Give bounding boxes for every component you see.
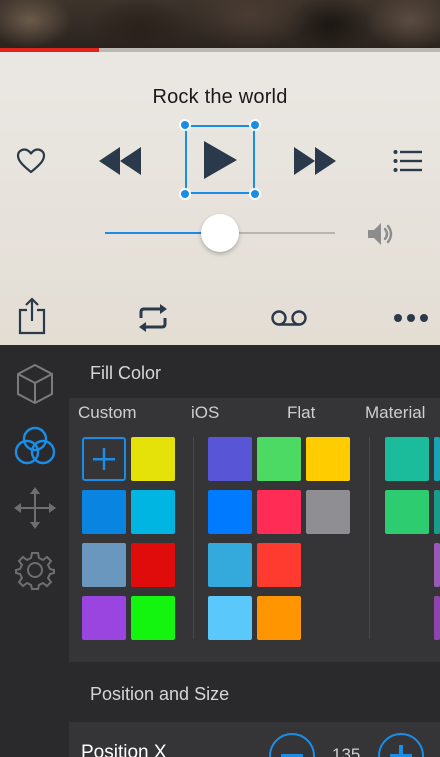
color-swatch[interactable] <box>257 543 301 587</box>
color-swatch[interactable] <box>306 490 350 534</box>
inspector-rail <box>0 345 69 757</box>
resize-handle-bottom-right[interactable] <box>249 188 261 200</box>
color-swatch[interactable] <box>434 437 440 481</box>
color-swatch[interactable] <box>434 543 440 587</box>
palette-group-flat[interactable]: Flat <box>287 403 315 423</box>
color-swatch[interactable] <box>208 543 252 587</box>
repeat-icon[interactable] <box>134 300 172 336</box>
color-swatch[interactable] <box>208 596 252 640</box>
decrement-button[interactable] <box>269 733 315 757</box>
palette-group-ios[interactable]: iOS <box>191 403 219 423</box>
color-swatch[interactable] <box>131 437 175 481</box>
rewind-icon[interactable] <box>96 142 144 180</box>
palette-group-custom[interactable]: Custom <box>78 403 137 423</box>
voicemail-icon[interactable] <box>268 304 310 332</box>
song-title: Rock the world <box>152 86 288 108</box>
color-swatch[interactable] <box>434 490 440 534</box>
media-player: Rock the world <box>0 0 440 345</box>
color-swatch[interactable] <box>257 437 301 481</box>
move-arrows-icon[interactable] <box>10 485 60 531</box>
palette-divider <box>369 437 370 639</box>
playback-progress-bar[interactable] <box>0 48 440 52</box>
color-swatch[interactable] <box>208 437 252 481</box>
play-icon[interactable] <box>185 125 255 195</box>
volume-slider-thumb[interactable] <box>201 214 239 252</box>
more-icon[interactable] <box>390 304 432 332</box>
add-custom-color-button[interactable] <box>82 437 126 481</box>
color-swatch[interactable] <box>82 490 126 534</box>
increment-button[interactable] <box>378 733 424 757</box>
color-swatch[interactable] <box>257 490 301 534</box>
color-swatch[interactable] <box>82 596 126 640</box>
playback-progress-fill <box>0 48 99 52</box>
color-swatch[interactable] <box>82 543 126 587</box>
fill-circles-icon[interactable] <box>10 423 60 469</box>
color-swatch[interactable] <box>131 596 175 640</box>
position-x-row: Position X 135 <box>69 722 440 757</box>
list-icon[interactable] <box>390 146 426 176</box>
inspector-panel: Fill Color Custom iOS Flat Material Posi… <box>0 345 440 757</box>
palette-group-material[interactable]: Material <box>365 403 425 423</box>
cube-icon[interactable] <box>10 361 60 407</box>
resize-handle-bottom-left[interactable] <box>179 188 191 200</box>
position-size-title: Position and Size <box>90 684 230 704</box>
color-swatch[interactable] <box>131 543 175 587</box>
speaker-icon[interactable] <box>364 219 400 249</box>
color-swatch[interactable] <box>208 490 252 534</box>
palette-divider <box>193 437 194 639</box>
color-swatch[interactable] <box>385 490 429 534</box>
color-swatch[interactable] <box>385 437 429 481</box>
gear-icon[interactable] <box>10 547 60 593</box>
fast-forward-icon[interactable] <box>290 142 340 180</box>
color-swatch[interactable] <box>131 490 175 534</box>
share-icon[interactable] <box>14 296 50 336</box>
color-swatch[interactable] <box>306 437 350 481</box>
color-swatch[interactable] <box>434 596 440 640</box>
resize-handle-top-left[interactable] <box>179 119 191 131</box>
video-thumbnail[interactable] <box>0 0 440 49</box>
color-swatch[interactable] <box>257 596 301 640</box>
plus-icon <box>93 448 115 470</box>
heart-icon[interactable] <box>12 145 50 177</box>
resize-handle-top-right[interactable] <box>249 119 261 131</box>
position-x-value[interactable]: 135 <box>332 745 360 757</box>
fill-color-title: Fill Color <box>90 363 162 383</box>
position-x-label: Position X <box>81 742 167 757</box>
